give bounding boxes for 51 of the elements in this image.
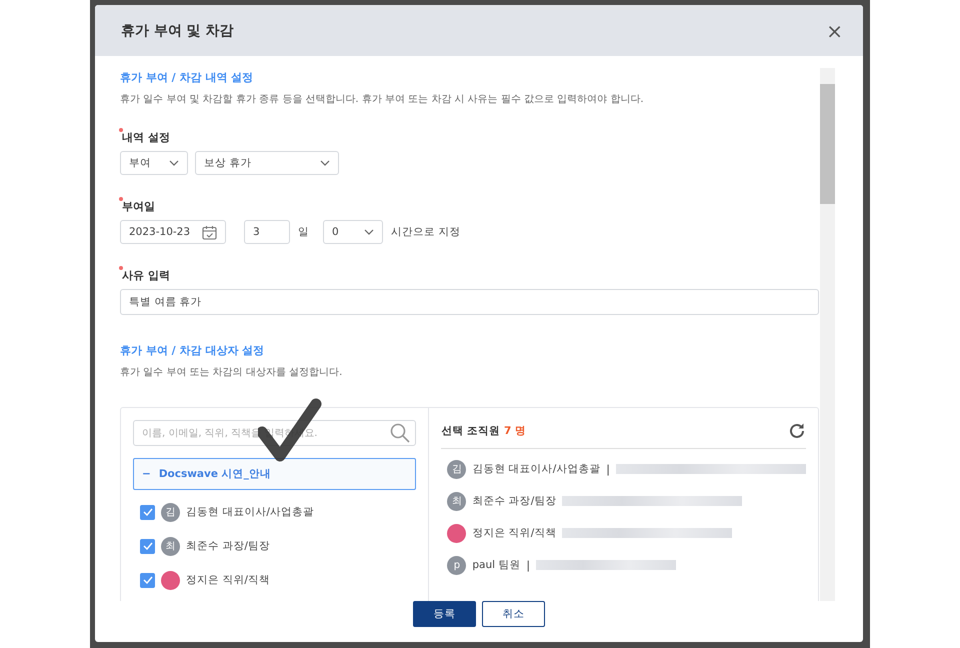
avatar: 최 [447,492,466,510]
hours-label: 시간으로 지정 [391,225,460,239]
section-title: 휴가 부여 / 차감 대상자 설정 [120,343,266,358]
section-description: 휴가 일수 부여 또는 차감의 대상자를 설정합니다. [120,366,344,379]
chevron-down-icon [169,160,179,166]
reason-input[interactable]: 특별 여름 휴가 [120,289,819,315]
selected-members-label: 선택 조직원 [441,424,500,438]
avatar: 김 [161,502,180,522]
avatar-photo-placeholder [447,524,466,542]
type-dropdown[interactable]: 부여 [120,151,188,175]
member-name: 최준수 과장/팀장 [472,494,556,508]
section-description: 휴가 일수 부여 및 차감할 휴가 종류 등을 선택합니다. 휴가 부여 또는 차감 시 사유는 필수 값으로 입력하여야 합니다. [120,93,645,106]
avatar-photo-placeholder [161,570,180,590]
check-icon [142,508,152,516]
hours-dropdown[interactable]: 0 [323,220,383,244]
close-button[interactable]: × [824,20,845,40]
avatar: p [447,556,466,574]
field-label: 사유 입력 [122,269,170,282]
leave-type-dropdown[interactable]: 보상 휴가 [195,151,339,175]
submit-button[interactable]: 등록 [413,601,476,627]
check-icon [142,576,152,584]
search-icon [390,423,410,443]
field-label: 부여일 [122,200,155,213]
chevron-down-icon [320,160,330,166]
chevron-down-icon [364,229,374,235]
dialog-title: 휴가 부여 및 차감 [121,22,234,40]
date-field[interactable]: 2023-10-23 [120,220,226,244]
separator: | [606,462,610,476]
days-unit: 일 [298,225,309,239]
check-icon [142,542,152,550]
scrollbar[interactable] [820,68,835,601]
checkbox[interactable] [140,538,155,554]
member-name: 정지은 직위/직책 [472,526,556,540]
member-name: 김동현 대표이사/사업총괄 [186,505,314,519]
member-name: paul 팀원 [472,558,520,572]
organization-group[interactable]: − Docswave 시연_안내 [133,458,416,490]
member-name: 정지은 직위/직책 [186,573,270,587]
member-name: 최준수 과장/팀장 [186,539,270,553]
separator: | [526,558,530,572]
refresh-icon[interactable] [788,422,806,440]
member-name: 김동현 대표이사/사업총괄 [472,462,600,476]
avatar: 최 [161,536,180,556]
section-title: 휴가 부여 / 차감 내역 설정 [120,70,254,85]
avatar: 김 [447,460,466,478]
checkbox[interactable] [140,504,155,520]
checkbox[interactable] [140,572,155,588]
cancel-button[interactable]: 취소 [482,601,545,627]
member-count: 7 명 [504,424,526,438]
field-label: 내역 설정 [122,131,170,144]
calendar-icon [202,224,217,240]
days-input[interactable]: 3 [244,220,290,244]
